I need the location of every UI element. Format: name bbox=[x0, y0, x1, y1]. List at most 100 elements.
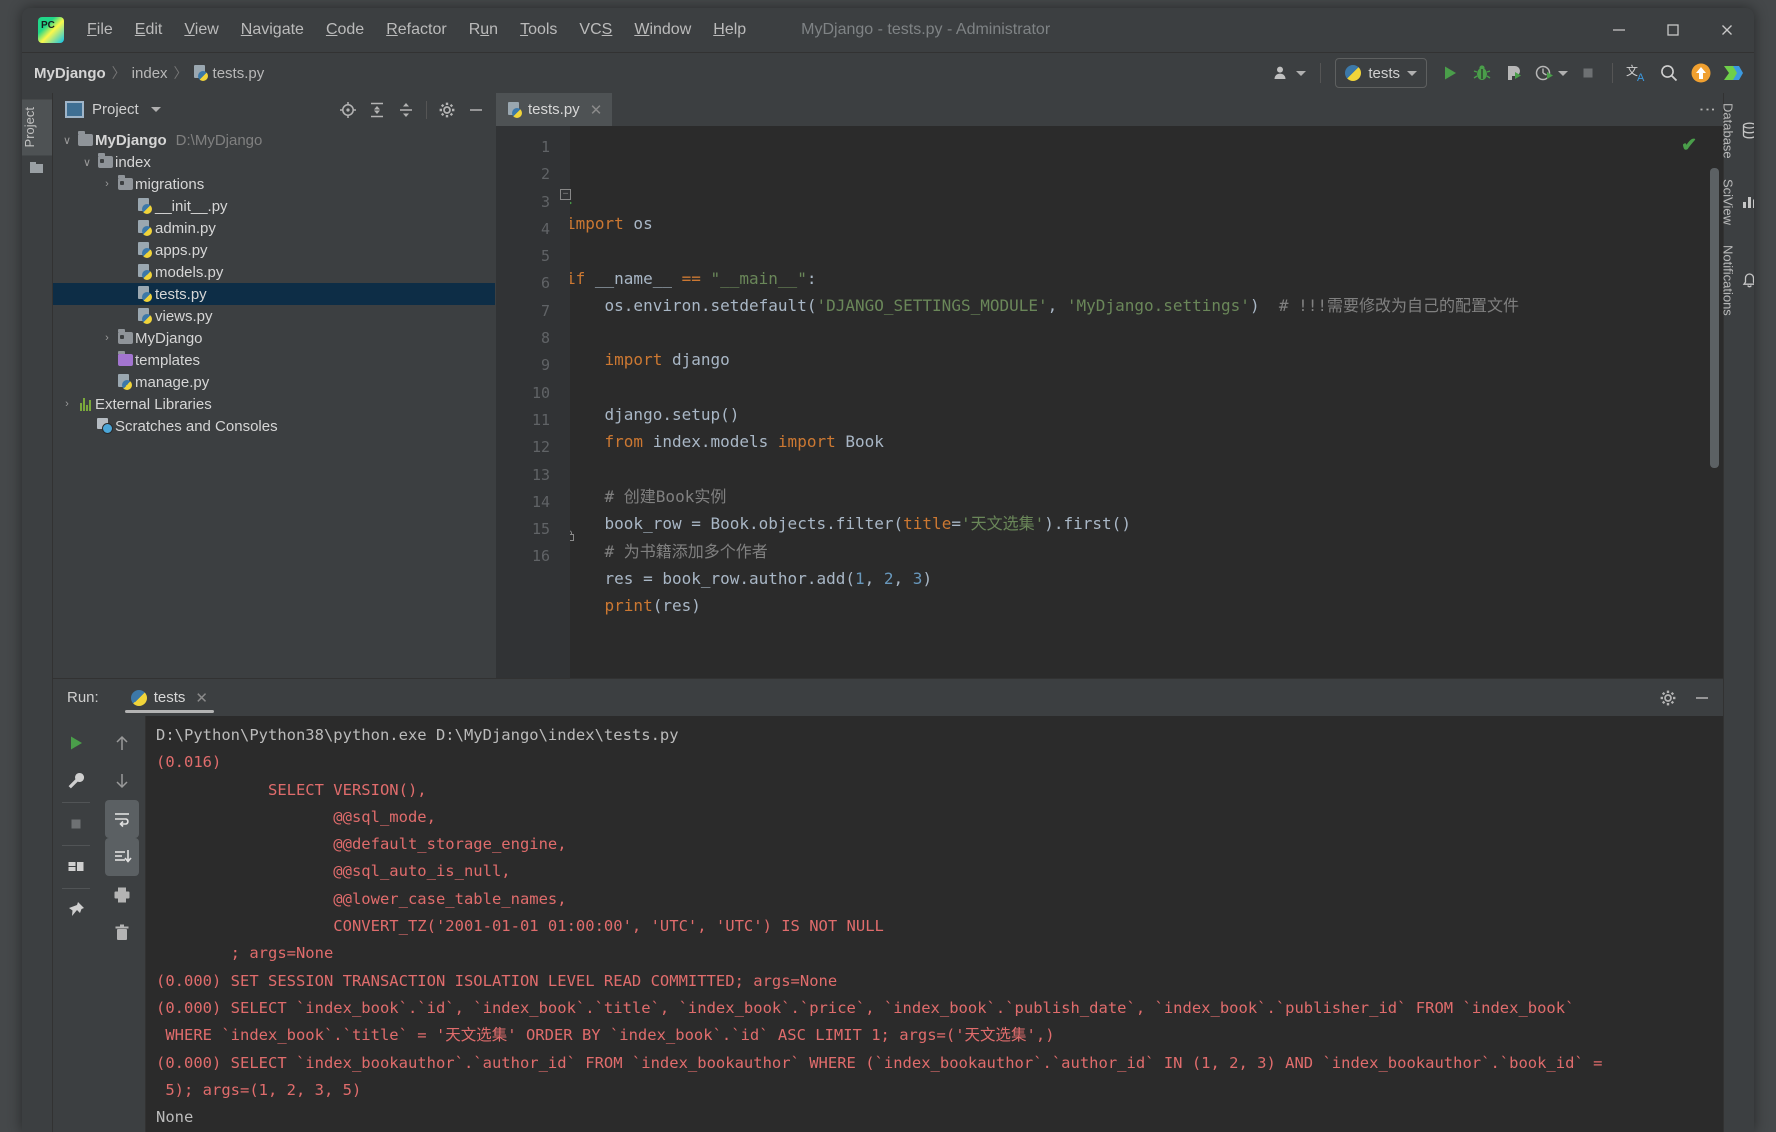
wrench-icon[interactable] bbox=[59, 762, 93, 800]
tree-item-migrations[interactable]: › migrations bbox=[53, 173, 495, 195]
code-line[interactable]: os.environ.setdefault('DJANGO_SETTINGS_M… bbox=[558, 292, 1723, 319]
close-icon[interactable]: ✕ bbox=[590, 101, 603, 119]
layout-icon[interactable] bbox=[59, 848, 93, 886]
breadcrumb-file[interactable]: tests.py bbox=[193, 65, 264, 82]
code-line[interactable]: print(res) bbox=[558, 592, 1723, 619]
run-console-output[interactable]: D:\Python\Python38\python.exe D:\MyDjang… bbox=[146, 716, 1723, 1132]
print-icon[interactable] bbox=[105, 876, 139, 914]
tree-item-templates[interactable]: templates bbox=[53, 349, 495, 371]
tree-item-models-py[interactable]: models.py bbox=[53, 261, 495, 283]
line-number[interactable]: 3 bbox=[496, 189, 572, 216]
profile-icon[interactable] bbox=[1531, 58, 1571, 88]
sidebar-tab-database[interactable]: Database bbox=[1721, 99, 1754, 171]
menu-item-view[interactable]: View bbox=[173, 17, 229, 43]
line-number[interactable]: 2 bbox=[496, 161, 558, 188]
menu-item-refactor[interactable]: Refactor bbox=[375, 17, 457, 43]
chevron-right-icon[interactable]: › bbox=[99, 178, 115, 190]
debug-icon[interactable] bbox=[1467, 58, 1497, 88]
code-line[interactable]: book_row = Book.objects.filter(title='天文… bbox=[558, 510, 1723, 537]
chevron-right-icon[interactable]: › bbox=[59, 398, 75, 410]
close-icon[interactable] bbox=[1700, 8, 1754, 52]
line-number[interactable]: 5 bbox=[496, 243, 558, 270]
tree-item-apps-py[interactable]: apps.py bbox=[53, 239, 495, 261]
up-icon[interactable] bbox=[105, 724, 139, 762]
line-number[interactable]: 10 bbox=[496, 380, 558, 407]
code-line[interactable]: import os bbox=[558, 210, 1723, 237]
locate-icon[interactable] bbox=[335, 97, 361, 123]
code-line[interactable] bbox=[558, 237, 1723, 264]
line-number[interactable]: 14 bbox=[496, 489, 558, 516]
tree-item-external-libraries[interactable]: › External Libraries bbox=[53, 393, 495, 415]
tree-item-tests-py[interactable]: tests.py bbox=[53, 283, 495, 305]
gear-icon[interactable] bbox=[434, 97, 460, 123]
stop-icon[interactable] bbox=[59, 805, 93, 843]
code-line[interactable] bbox=[558, 619, 1723, 646]
hide-panel-icon[interactable] bbox=[1687, 683, 1717, 713]
sidebar-tab-notifications[interactable]: Notifications bbox=[1721, 241, 1754, 328]
line-number[interactable]: 11 bbox=[496, 407, 558, 434]
menu-item-code[interactable]: Code bbox=[315, 17, 375, 43]
breadcrumb-project[interactable]: MyDjango bbox=[34, 65, 106, 82]
line-number[interactable]: 6 bbox=[496, 270, 558, 297]
search-icon[interactable] bbox=[1654, 58, 1684, 88]
stop-icon[interactable] bbox=[1573, 58, 1603, 88]
run-tab-tests[interactable]: tests ✕ bbox=[121, 679, 218, 716]
tree-item-admin-py[interactable]: admin.py bbox=[53, 217, 495, 239]
project-strip-icon[interactable] bbox=[22, 155, 52, 181]
menu-item-edit[interactable]: Edit bbox=[124, 17, 174, 43]
line-number[interactable]: 1 bbox=[496, 134, 558, 161]
code-content[interactable]: ─ import os if __name__ == "__main__": o… bbox=[558, 126, 1723, 679]
chevron-down-icon[interactable]: ∨ bbox=[79, 156, 95, 169]
line-number[interactable]: 4 bbox=[496, 216, 558, 243]
code-line[interactable]: django.setup() bbox=[558, 401, 1723, 428]
coverage-icon[interactable] bbox=[1499, 58, 1529, 88]
menu-item-window[interactable]: Window bbox=[623, 17, 702, 43]
project-panel-caret-icon[interactable] bbox=[150, 107, 161, 112]
minimize-icon[interactable] bbox=[1592, 8, 1646, 52]
down-icon[interactable] bbox=[105, 762, 139, 800]
more-options-icon[interactable]: ⋮ bbox=[1693, 101, 1721, 118]
pin-icon[interactable] bbox=[59, 891, 93, 929]
tree-item-mydjango[interactable]: ∨ MyDjango D:\MyDjango bbox=[53, 129, 495, 151]
tencent-icon[interactable] bbox=[1718, 58, 1748, 88]
rerun-icon[interactable] bbox=[59, 724, 93, 762]
collapse-all-icon[interactable] bbox=[393, 97, 419, 123]
close-icon[interactable]: ✕ bbox=[195, 689, 208, 707]
line-number[interactable]: 15 bbox=[496, 516, 574, 543]
menu-item-vcs[interactable]: VCS bbox=[568, 17, 623, 43]
run-configuration-selector[interactable]: tests bbox=[1335, 58, 1427, 88]
chevron-right-icon[interactable]: › bbox=[99, 332, 115, 344]
code-line[interactable] bbox=[558, 374, 1723, 401]
menu-item-tools[interactable]: Tools bbox=[509, 17, 568, 43]
scroll-to-end-icon[interactable] bbox=[105, 838, 139, 876]
code-editor[interactable]: 1 2 3 4 5 6 7 8 9 10 11 12 13 14 15 16 ─ import os if _… bbox=[496, 126, 1723, 679]
tree-item-mydjango[interactable]: › MyDjango bbox=[53, 327, 495, 349]
expand-all-icon[interactable] bbox=[364, 97, 390, 123]
code-line[interactable]: import django bbox=[558, 346, 1723, 373]
line-number[interactable]: 13 bbox=[496, 462, 558, 489]
sidebar-tab-sciview[interactable]: SciView bbox=[1721, 175, 1754, 237]
sidebar-tab-project[interactable]: Project bbox=[22, 99, 52, 156]
tree-item-views-py[interactable]: views.py bbox=[53, 305, 495, 327]
user-icon[interactable] bbox=[1266, 58, 1312, 88]
code-line[interactable]: res = book_row.author.add(1, 2, 3) bbox=[558, 565, 1723, 592]
fold-collapse-icon[interactable]: ─ bbox=[560, 189, 571, 200]
line-number[interactable]: 12 bbox=[496, 434, 558, 461]
editor-scrollbar[interactable] bbox=[1710, 168, 1719, 468]
line-number[interactable]: 7 bbox=[496, 298, 558, 325]
inspection-status-icon[interactable]: ✔ bbox=[1681, 134, 1697, 157]
tree-item--init-py[interactable]: __init__.py bbox=[53, 195, 495, 217]
code-line[interactable]: if __name__ == "__main__": bbox=[558, 265, 1723, 292]
code-line[interactable] bbox=[558, 319, 1723, 346]
tree-item-index[interactable]: ∨ index bbox=[53, 151, 495, 173]
code-line[interactable]: # 为书籍添加多个作者 bbox=[558, 538, 1723, 565]
line-number[interactable]: 16 bbox=[496, 543, 558, 570]
line-number-gutter[interactable]: 1 2 3 4 5 6 7 8 9 10 11 12 13 14 15 16 bbox=[496, 126, 574, 679]
code-line[interactable] bbox=[558, 456, 1723, 483]
run-icon[interactable] bbox=[1435, 58, 1465, 88]
menu-item-run[interactable]: Run bbox=[458, 17, 509, 43]
tree-item-scratches-and-consoles[interactable]: Scratches and Consoles bbox=[53, 415, 495, 437]
chevron-down-icon[interactable]: ∨ bbox=[59, 134, 75, 147]
translate-icon[interactable]: 文A bbox=[1622, 58, 1652, 88]
breadcrumb-folder[interactable]: index bbox=[132, 65, 168, 82]
